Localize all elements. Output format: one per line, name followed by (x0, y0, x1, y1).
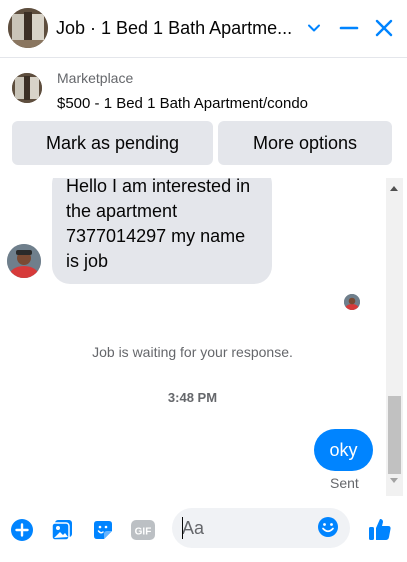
photo-icon[interactable] (50, 518, 74, 542)
message-composer: GIF (0, 496, 407, 562)
scroll-down-arrow-icon[interactable] (390, 478, 398, 483)
outgoing-message: oky (314, 429, 373, 471)
thumbs-up-icon[interactable] (367, 516, 393, 542)
listing-title[interactable]: $500 - 1 Bed 1 Bath Apartment/condo (57, 95, 308, 112)
close-icon[interactable] (372, 16, 396, 40)
message-timestamp: 3:48 PM (167, 390, 218, 405)
incoming-message: Hello I am interested in the apartment 7… (52, 178, 272, 284)
add-icon[interactable] (10, 518, 34, 542)
seen-receipt-avatar (344, 294, 360, 310)
more-options-button[interactable]: More options (218, 121, 392, 165)
sender-avatar[interactable] (7, 244, 41, 278)
text-cursor (182, 517, 183, 539)
waiting-notice: Job is waiting for your response. (92, 344, 293, 360)
chat-scrollbar[interactable] (386, 178, 403, 496)
listing-avatar[interactable] (8, 8, 48, 48)
sent-status: Sent (330, 475, 359, 491)
sticker-icon[interactable] (91, 518, 115, 542)
message-thread[interactable]: Hello I am interested in the apartment 7… (0, 178, 385, 496)
message-input-container (172, 508, 350, 548)
emoji-icon[interactable] (317, 516, 339, 538)
listing-thumbnail[interactable] (12, 73, 42, 103)
message-input[interactable] (182, 516, 312, 540)
scroll-thumb[interactable] (388, 396, 401, 474)
chat-header: Job · 1 Bed 1 Bath Apartme... (0, 0, 407, 58)
chevron-down-icon[interactable] (302, 16, 326, 40)
mark-as-pending-button[interactable]: Mark as pending (12, 121, 213, 165)
gif-icon[interactable]: GIF (130, 518, 156, 542)
minimize-icon[interactable] (337, 16, 361, 40)
chat-title[interactable]: Job · 1 Bed 1 Bath Apartme... (56, 18, 304, 39)
marketplace-card: Marketplace $500 - 1 Bed 1 Bath Apartmen… (0, 58, 407, 170)
svg-text:GIF: GIF (135, 527, 152, 538)
marketplace-label: Marketplace (57, 70, 134, 86)
scroll-up-arrow-icon[interactable] (390, 186, 398, 191)
